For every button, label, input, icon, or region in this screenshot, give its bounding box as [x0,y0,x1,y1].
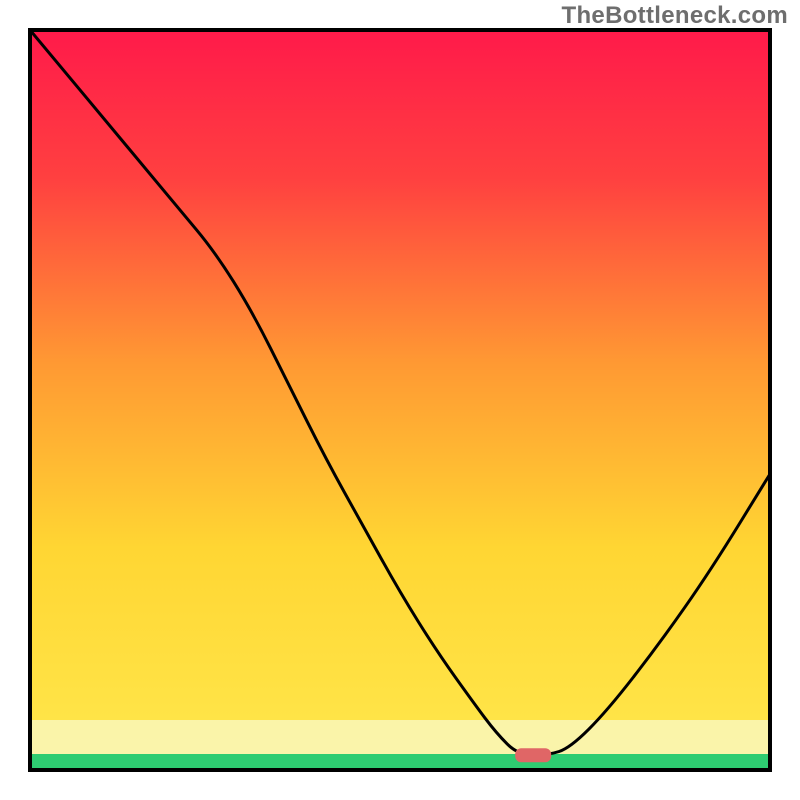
chart-container: TheBottleneck.com [0,0,800,800]
chart-svg [0,0,800,800]
plot-area [30,30,770,770]
optimal-marker [515,748,551,762]
watermark-text: TheBottleneck.com [562,2,788,30]
